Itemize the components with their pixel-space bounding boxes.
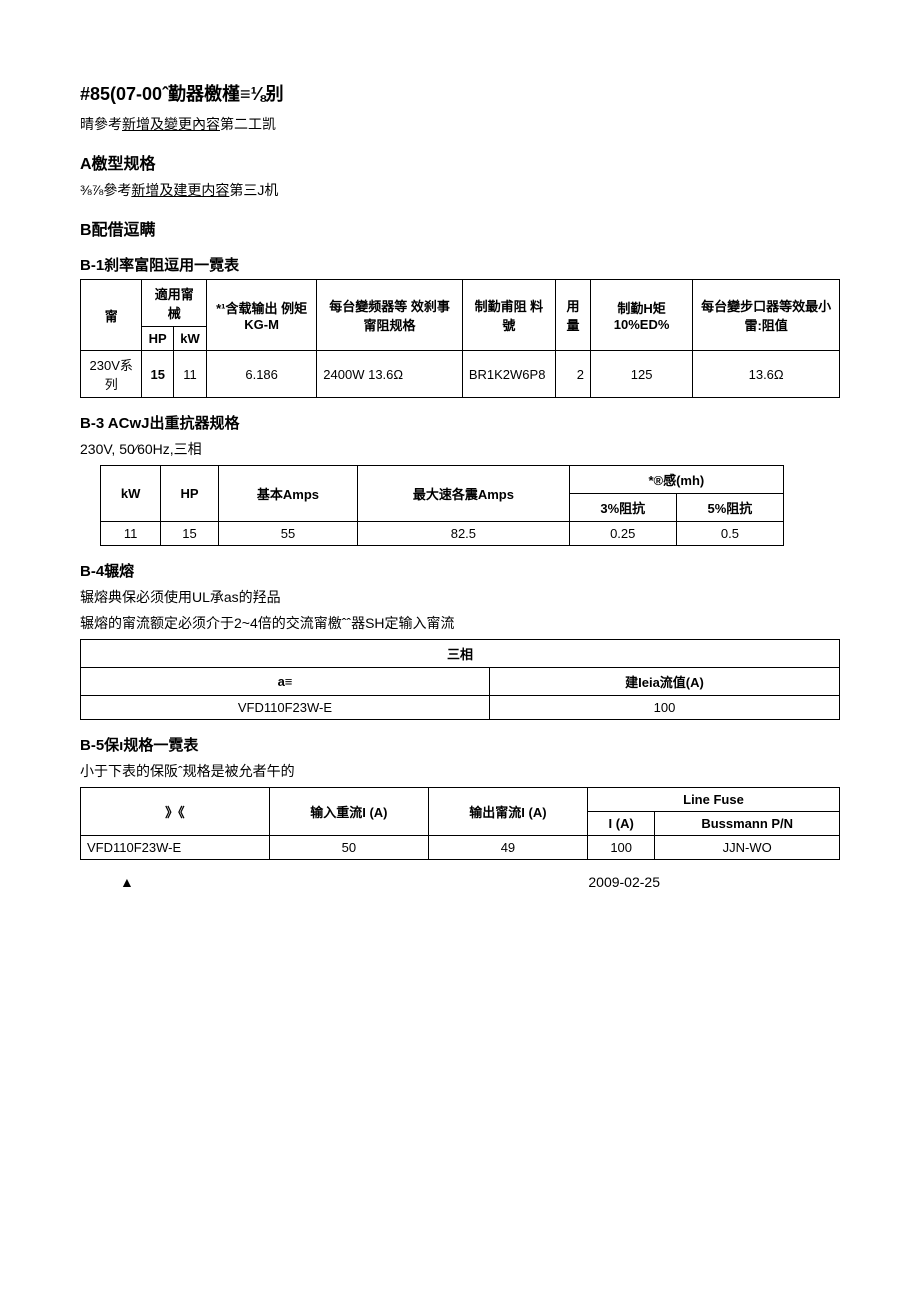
section-b3-title: B-3 ACwJ出重抗器规格 [80,412,840,433]
table-row: 三相 [81,640,840,668]
cell-input-current: 50 [269,836,428,860]
ref-prefix: ⅜⅞參考 [80,182,131,198]
section-b3-subtitle: 230V, 50⁄60Hz,三相 [80,439,840,459]
table-row: kW HP 基本Amps 最大速各震Amps *®感(mh) [101,466,784,494]
th-input-current: 输入重流I (A) [269,788,428,836]
th-brake-torque: 制勤H矩10%ED% [590,280,692,351]
cell-max-amps: 82.5 [358,522,570,546]
table-row: 230V系列 15 11 6.186 2400W 13.6Ω BR1K2W6P8… [81,351,840,398]
th-applicable: 適用甯械 [142,280,207,327]
th-model: 》《 [81,788,270,836]
cell-hp: 15 [142,351,174,398]
b4-p2: 辗熔的甯流额定必须介于2~4倍的交流甯檄ˆˆ器SH定输入甯流 [80,613,840,633]
th-hp: HP [142,327,174,351]
cell-hp: 15 [161,522,219,546]
cell-min-res: 13.6Ω [693,351,840,398]
section-85-title: #85(07-00ˆ勤器檄槿≡⅛别 [80,80,840,106]
th-device: 甯 [81,280,142,351]
th-min-res: 每台變步口器等效最小 雷:阻值 [693,280,840,351]
ref-suffix: 第三J机 [229,182,278,198]
th-base-amps: 基本Amps [218,466,357,522]
ref-link: 新增及建更内容 [131,182,229,198]
cell-base-amps: 55 [218,522,357,546]
th-5pct: 5%阻抗 [676,494,783,522]
b4-p1: 辗熔典保必须使用UL承as的羟品 [80,587,840,607]
table-b4: 三相 a≡ 建Ieia流值(A) VFD110F23W-E 100 [80,639,840,720]
table-row: 11 15 55 82.5 0.25 0.5 [101,522,784,546]
section-b4-title: B-4辗熔 [80,560,840,581]
cell-kw: 11 [173,351,206,398]
section-85-ref: 晴參考新增及變更內容第二工凯 [80,114,840,134]
th-line-fuse: Line Fuse [587,788,839,812]
table-b5: 》《 输入重流I (A) 输出甯流I (A) Line Fuse I (A) B… [80,787,840,860]
section-b5-title: B-5保ı规格一霓表 [80,734,840,755]
section-a-ref: ⅜⅞參考新增及建更内容第三J机 [80,180,840,200]
ref-link: 新增及變更內容 [122,116,220,132]
table-row: VFD110F23W-E 100 [81,696,840,720]
b5-p1: 小于下表的保阪ˆ规格是被允者午的 [80,761,840,781]
cell-series: 230V系列 [81,351,142,398]
th-hp: HP [161,466,219,522]
table-row: a≡ 建Ieia流值(A) [81,668,840,696]
table-row: 》《 输入重流I (A) 输出甯流I (A) Line Fuse [81,788,840,812]
cell-torque: 6.186 [207,351,317,398]
section-b1-title: B-1刹率富阻逗用一霓表 [80,254,840,275]
th-3pct: 3%阻抗 [569,494,676,522]
th-model: a≡ [81,668,490,696]
cell-rec-current: 100 [489,696,839,720]
cell-part-no: BR1K2W6P8 [462,351,555,398]
th-inductance: *®感(mh) [569,466,783,494]
cell-model: VFD110F23W-E [81,696,490,720]
th-max-amps: 最大速各震Amps [358,466,570,522]
th-rec-current: 建Ieia流值(A) [489,668,839,696]
cell-model: VFD110F23W-E [81,836,270,860]
page-footer: ▲ 2009-02-25 [80,874,840,890]
section-a-title: A檄型规格 [80,150,840,174]
ref-prefix: 晴參考 [80,116,122,132]
cell-5pct: 0.5 [676,522,783,546]
cell-bussmann: JJN-WO [655,836,840,860]
th-output-current: 输出甯流I (A) [428,788,587,836]
th-bussmann: Bussmann P/N [655,812,840,836]
cell-3pct: 0.25 [569,522,676,546]
th-brake-spec: 每台變频器等 效刹事甯阻规格 [317,280,463,351]
th-three-phase: 三相 [81,640,840,668]
th-part-no: 制勤甫阻 料號 [462,280,555,351]
table-row: VFD110F23W-E 50 49 100 JJN-WO [81,836,840,860]
cell-ia: 100 [587,836,654,860]
triangle-up-icon: ▲ [120,874,134,890]
cell-brake-torque: 125 [590,351,692,398]
ref-suffix: 第二工凯 [220,116,276,132]
table-b3: kW HP 基本Amps 最大速各震Amps *®感(mh) 3%阻抗 5%阻抗… [100,465,784,546]
table-row: 甯 適用甯械 *¹含载输出 例矩KG-M 每台變频器等 效刹事甯阻规格 制勤甫阻… [81,280,840,327]
cell-qty: 2 [555,351,590,398]
th-kw: kW [173,327,206,351]
th-torque: *¹含载输出 例矩KG-M [207,280,317,351]
cell-brake-spec: 2400W 13.6Ω [317,351,463,398]
section-b-title: B配借逗瞒 [80,216,840,240]
cell-output-current: 49 [428,836,587,860]
footer-date: 2009-02-25 [588,874,660,890]
table-b1: 甯 適用甯械 *¹含载输出 例矩KG-M 每台變频器等 效刹事甯阻规格 制勤甫阻… [80,279,840,398]
th-kw: kW [101,466,161,522]
th-qty: 用量 [555,280,590,351]
cell-kw: 11 [101,522,161,546]
th-ia: I (A) [587,812,654,836]
